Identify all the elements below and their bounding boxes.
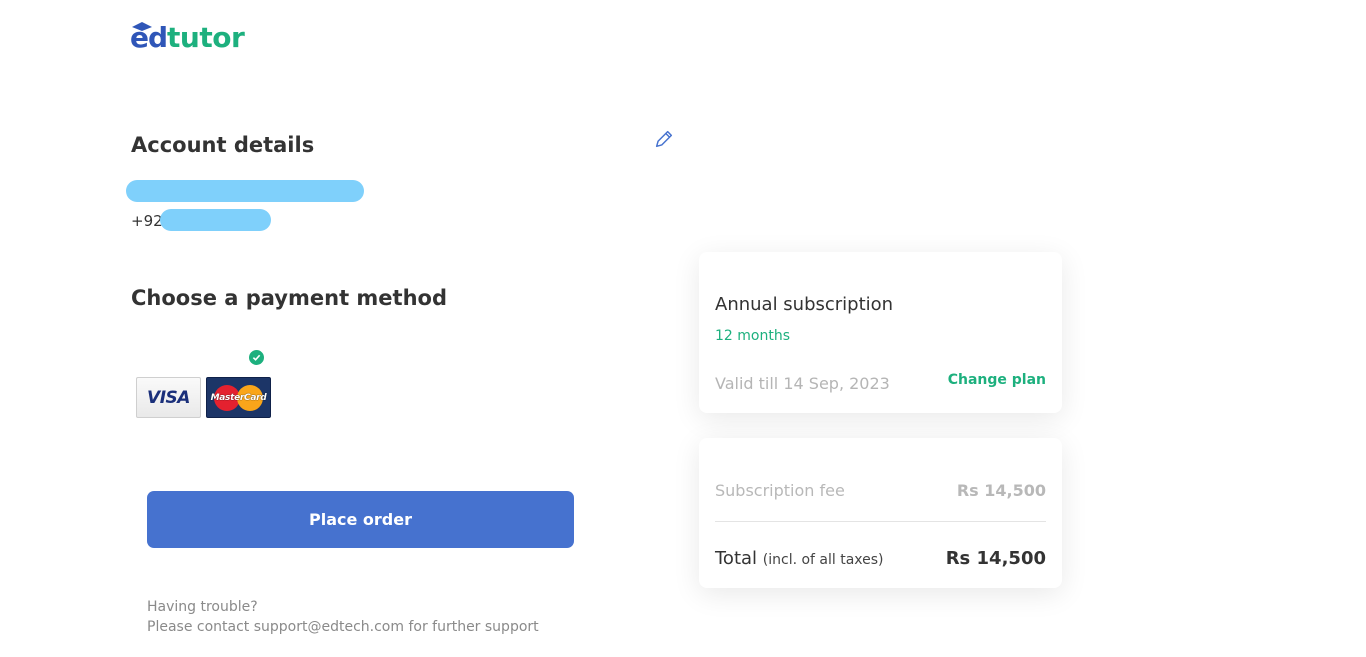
place-order-button[interactable]: Place order	[147, 491, 574, 548]
selected-check-icon	[249, 350, 264, 365]
change-plan-link[interactable]: Change plan	[948, 372, 1046, 388]
plan-valid-till: Valid till 14 Sep, 2023	[715, 374, 890, 393]
support-line-1: Having trouble?	[147, 599, 258, 615]
total-tax-note: (incl. of all taxes)	[762, 552, 884, 568]
support-text: Having trouble? Please contact support@e…	[147, 597, 539, 637]
logo-tutor-text: tutor	[167, 21, 245, 54]
visa-card-icon: VISA	[147, 387, 190, 408]
plan-duration: 12 months	[715, 328, 790, 344]
total-label: Total	[715, 548, 763, 569]
mastercard-option[interactable]: MasterCard	[206, 377, 271, 418]
total-value: Rs 14,500	[945, 548, 1046, 569]
edtutor-logo[interactable]: ed tutor	[130, 20, 245, 54]
redacted-phone	[160, 209, 271, 231]
subscription-fee-value: Rs 14,500	[956, 481, 1046, 500]
pencil-icon[interactable]	[653, 128, 675, 150]
plan-name: Annual subscription	[715, 294, 894, 315]
support-line-2: Please contact support@edtech.com for fu…	[147, 619, 539, 635]
payment-methods: VISA MasterCard	[136, 377, 271, 418]
order-summary-card: Subscription fee Rs 14,500 Total (incl. …	[699, 438, 1062, 588]
visa-card-option[interactable]: VISA	[136, 377, 201, 418]
payment-method-title: Choose a payment method	[131, 286, 447, 310]
subscription-fee-label: Subscription fee	[715, 481, 845, 500]
mastercard-icon: MasterCard	[210, 392, 267, 403]
summary-divider	[715, 521, 1046, 522]
phone-prefix: +92	[131, 212, 163, 230]
plan-card: Annual subscription 12 months Valid till…	[699, 252, 1062, 413]
account-phone: +92	[131, 212, 163, 230]
total-label-group: Total (incl. of all taxes)	[715, 548, 884, 569]
account-details-title: Account details	[131, 133, 315, 157]
redacted-name	[126, 180, 364, 202]
graduation-cap-icon	[132, 22, 152, 31]
